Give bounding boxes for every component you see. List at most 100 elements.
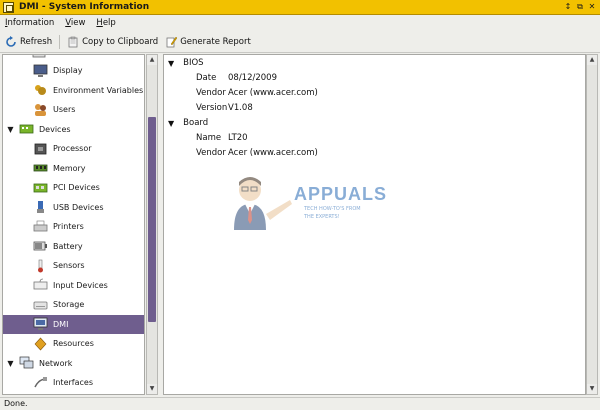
expand-arrow-icon[interactable]: ▼ xyxy=(6,125,15,134)
sidebar-item-storage[interactable]: Storage xyxy=(3,295,144,315)
sidebar-item-label: Battery xyxy=(53,241,83,251)
sidebar-item-label: Processor xyxy=(53,144,92,154)
usb-icon xyxy=(33,200,48,215)
sidebar-item-label: Printers xyxy=(53,222,84,232)
scroll-up-icon[interactable]: ▲ xyxy=(587,55,597,65)
sidebar-item-label: Devices xyxy=(39,124,71,134)
sidebar-item-label: PCI Devices xyxy=(53,183,100,193)
generate-report-button[interactable]: Generate Report xyxy=(165,36,251,48)
sidebar-tree[interactable]: Display Environment Variables Users ▼ Device… xyxy=(2,54,145,395)
refresh-label: Refresh xyxy=(20,36,53,47)
expand-arrow-icon[interactable]: ▼ xyxy=(168,59,174,68)
printer-icon xyxy=(33,219,48,234)
resources-icon xyxy=(33,336,48,351)
sidebar-item-label: Network xyxy=(39,358,73,368)
toolbar: Refresh Copy to Clipboard Generate Repor… xyxy=(0,31,600,53)
thermometer-icon xyxy=(33,258,48,273)
battery-icon xyxy=(33,239,48,254)
generate-report-label: Generate Report xyxy=(180,36,251,47)
sidebar-item-label: USB Devices xyxy=(53,202,104,212)
sidebar-scrollbar[interactable]: ▲ ▼ xyxy=(146,54,158,395)
sidebar-item-devices[interactable]: ▼ Devices xyxy=(3,120,144,140)
expand-arrow-icon[interactable]: ▼ xyxy=(168,119,174,128)
sidebar-item-interfaces[interactable]: Interfaces xyxy=(3,373,144,393)
section-board-title: Board xyxy=(183,118,209,128)
sidebar-item-pci-devices[interactable]: PCI Devices xyxy=(3,178,144,198)
sidebar-item-network[interactable]: ▼ Network xyxy=(3,354,144,374)
scroll-down-icon[interactable]: ▼ xyxy=(587,384,597,394)
close-window-icon[interactable]: ✕ xyxy=(587,2,597,12)
sidebar-item-label: Storage xyxy=(53,300,85,310)
devices-icon xyxy=(19,122,34,137)
sidebar-item-input-devices[interactable]: Input Devices xyxy=(3,276,144,296)
sidebar-item-usb-devices[interactable]: USB Devices xyxy=(3,198,144,218)
sidebar-item-label: Environment Variables xyxy=(53,85,144,95)
bios-row: Version V1.08 xyxy=(196,103,253,113)
sidebar-scrollbar-thumb[interactable] xyxy=(148,117,156,322)
partial-icon xyxy=(31,55,46,60)
section-bios[interactable]: ▼ BIOS xyxy=(168,58,204,68)
users-icon xyxy=(33,102,48,117)
menu-help[interactable]: Help xyxy=(96,18,115,28)
sidebar-item-environment-variables[interactable]: Environment Variables xyxy=(3,81,144,101)
menu-bar: Information View Help xyxy=(0,16,600,30)
copy-to-clipboard-button[interactable]: Copy to Clipboard xyxy=(67,36,158,48)
board-value: Acer (www.acer.com) xyxy=(228,148,318,158)
bios-row: Date 08/12/2009 xyxy=(196,73,277,83)
sidebar-item-label: Interfaces xyxy=(53,378,93,388)
sidebar-item-users[interactable]: Users xyxy=(3,100,144,120)
interfaces-icon xyxy=(33,375,48,390)
dmi-icon xyxy=(33,317,48,332)
details-scrollbar[interactable]: ▲ ▼ xyxy=(586,54,598,395)
shade-window-icon[interactable]: ↕ xyxy=(563,2,573,12)
toolbar-separator xyxy=(59,34,61,49)
bios-value: Acer (www.acer.com) xyxy=(228,88,318,98)
sidebar-item-label: Memory xyxy=(53,163,86,173)
bios-row: Vendor Acer (www.acer.com) xyxy=(196,88,318,98)
board-value: LT20 xyxy=(228,133,248,143)
pci-icon xyxy=(33,180,48,195)
sidebar-item-label: Users xyxy=(53,105,76,115)
sidebar-item-label: Input Devices xyxy=(53,280,108,290)
board-key: Vendor xyxy=(196,148,226,158)
sidebar-item-sensors[interactable]: Sensors xyxy=(3,256,144,276)
sidebar-item-display[interactable]: Display xyxy=(3,61,144,81)
sidebar-item-label: Display xyxy=(53,66,83,76)
appuals-watermark: APPUALS TECH HOW-TO'S FROM THE EXPERTS! xyxy=(228,170,388,240)
env-vars-icon xyxy=(33,83,48,98)
maximize-window-icon[interactable]: ⧉ xyxy=(575,2,585,12)
watermark-title: APPUALS xyxy=(294,184,388,204)
bios-value: V1.08 xyxy=(228,103,253,113)
sidebar-item-battery[interactable]: Battery xyxy=(3,237,144,257)
bios-key: Date xyxy=(196,73,217,83)
sidebar-item-label: Sensors xyxy=(53,261,85,271)
expand-arrow-icon[interactable]: ▼ xyxy=(6,359,15,368)
memory-icon xyxy=(33,161,48,176)
sidebar-item-dmi[interactable]: DMI xyxy=(3,314,144,334)
sidebar-item-processor[interactable]: Processor xyxy=(3,139,144,159)
scroll-down-icon[interactable]: ▼ xyxy=(147,384,157,394)
board-row: Vendor Acer (www.acer.com) xyxy=(196,148,318,158)
scroll-up-icon[interactable]: ▲ xyxy=(147,55,157,65)
sidebar-item-memory[interactable]: Memory xyxy=(3,159,144,179)
watermark-tagline-1: TECH HOW-TO'S FROM xyxy=(304,206,361,212)
menu-view[interactable]: View xyxy=(65,18,85,28)
report-icon xyxy=(166,36,178,47)
status-bar: Done. xyxy=(0,397,600,410)
sidebar-item-printers[interactable]: Printers xyxy=(3,217,144,237)
keyboard-icon xyxy=(33,278,48,293)
title-bar[interactable]: DMI - System Information ↕ ⧉ ✕ xyxy=(0,0,600,15)
monitor-icon xyxy=(33,63,48,78)
bios-value: 08/12/2009 xyxy=(228,73,277,83)
window-controls: ↕ ⧉ ✕ xyxy=(563,2,597,12)
refresh-button[interactable]: Refresh xyxy=(5,35,53,48)
copy-to-clipboard-label: Copy to Clipboard xyxy=(82,36,159,47)
menu-information[interactable]: Information xyxy=(5,18,54,28)
bios-key: Version xyxy=(196,103,228,113)
section-board[interactable]: ▼ Board xyxy=(168,118,208,128)
sidebar-item-label: DMI xyxy=(53,319,69,329)
sidebar-item-resources[interactable]: Resources xyxy=(3,334,144,354)
app-icon xyxy=(3,1,14,13)
bios-key: Vendor xyxy=(196,88,226,98)
section-bios-title: BIOS xyxy=(183,58,204,68)
